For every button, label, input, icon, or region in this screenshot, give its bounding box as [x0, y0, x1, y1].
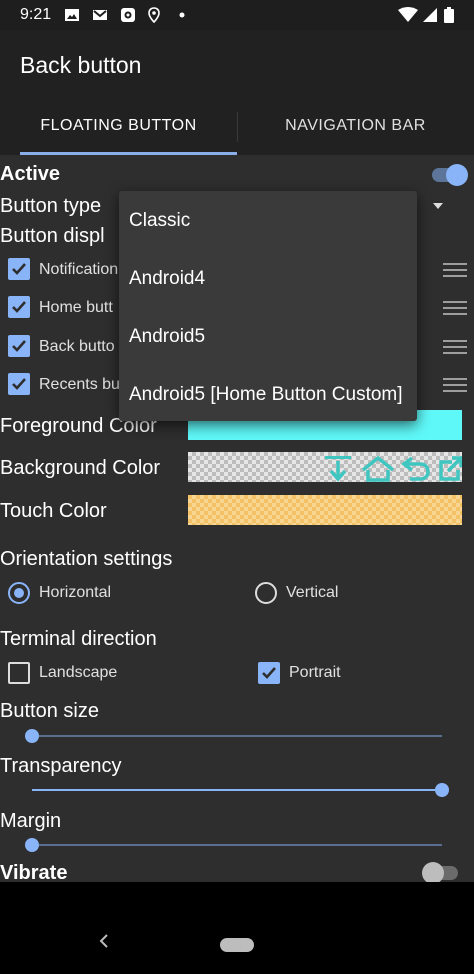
check-icon — [12, 378, 26, 390]
wifi-icon — [398, 7, 418, 22]
nav-back-icon[interactable] — [98, 934, 110, 948]
slider-thumb[interactable] — [435, 783, 449, 797]
battery-icon — [444, 7, 454, 23]
app-bar: Back button — [0, 30, 474, 100]
active-toggle-thumb — [446, 164, 468, 186]
dropdown-option-android5[interactable]: Android5 — [129, 326, 205, 348]
tab-bar: FLOATING BUTTON NAVIGATION BAR — [0, 100, 474, 155]
image-icon — [65, 9, 79, 21]
status-time: 9:21 — [20, 6, 52, 23]
notification-down-icon — [325, 456, 351, 482]
recents-icon — [439, 456, 462, 481]
vibrate-toggle-thumb — [422, 862, 444, 882]
check-icon — [12, 301, 26, 313]
home-button-checkbox[interactable] — [8, 296, 30, 318]
dropdown-option-android4[interactable]: Android4 — [129, 268, 205, 290]
horizontal-radio[interactable] — [8, 582, 30, 604]
notification-checkbox[interactable] — [8, 258, 30, 280]
transparency-slider[interactable] — [32, 780, 449, 800]
margin-label: Margin — [0, 810, 62, 832]
back-button-checkbox[interactable] — [8, 335, 30, 357]
button-type-dropdown: Classic Android4 Android5 Android5 [Home… — [119, 191, 417, 421]
gmail-icon — [93, 10, 107, 20]
vertical-label: Vertical — [286, 584, 339, 601]
tab-navigation-bar[interactable]: NAVIGATION BAR — [237, 100, 474, 155]
photo-app-icon — [121, 8, 135, 22]
home-button-label: Home butt — [39, 299, 113, 316]
active-toggle[interactable] — [430, 163, 470, 187]
transparency-label: Transparency — [0, 755, 122, 777]
check-icon — [12, 340, 26, 352]
portrait-label: Portrait — [289, 664, 341, 681]
orientation-settings-heading: Orientation settings — [0, 548, 173, 570]
landscape-checkbox[interactable] — [8, 662, 30, 684]
signal-icon — [423, 8, 437, 22]
margin-slider[interactable] — [25, 835, 442, 855]
recents-button-label: Recents bu — [39, 376, 120, 393]
check-icon — [12, 263, 26, 275]
status-bar: 9:21 — [0, 0, 474, 30]
dot-icon — [179, 12, 185, 18]
system-nav-bar — [0, 882, 474, 974]
drag-handle-icon[interactable] — [443, 338, 467, 356]
horizontal-label: Horizontal — [39, 584, 112, 601]
back-icon — [401, 456, 430, 481]
active-label: Active — [0, 163, 61, 185]
vertical-radio[interactable] — [255, 582, 277, 604]
dropdown-option-classic[interactable]: Classic — [129, 210, 190, 232]
button-size-label: Button size — [0, 700, 99, 722]
button-display-label: Button displ — [0, 225, 105, 247]
notification-label: Notification — [39, 261, 119, 278]
tab-floating-button[interactable]: FLOATING BUTTON — [0, 100, 237, 155]
recents-button-checkbox[interactable] — [8, 373, 30, 395]
slider-thumb[interactable] — [25, 838, 39, 852]
drag-handle-icon[interactable] — [443, 376, 467, 394]
check-icon — [262, 667, 276, 679]
home-icon — [361, 455, 395, 482]
background-color-swatch[interactable] — [188, 452, 462, 482]
vibrate-toggle[interactable] — [420, 861, 464, 882]
page-title: Back button — [20, 52, 142, 78]
slider-thumb[interactable] — [25, 729, 39, 743]
chevron-down-icon[interactable] — [432, 201, 444, 211]
drag-handle-icon[interactable] — [443, 261, 467, 279]
nav-home-pill[interactable] — [220, 938, 254, 952]
vibrate-label: Vibrate — [0, 862, 68, 882]
portrait-checkbox[interactable] — [258, 662, 280, 684]
drag-handle-icon[interactable] — [443, 299, 467, 317]
location-icon — [148, 7, 160, 23]
back-button-label: Back butto — [39, 338, 115, 355]
landscape-label: Landscape — [39, 664, 118, 681]
background-color-label: Background Color — [0, 457, 161, 479]
button-type-label: Button type — [0, 195, 102, 217]
dropdown-option-android5-custom[interactable]: Android5 [Home Button Custom] — [129, 384, 403, 406]
terminal-direction-heading: Terminal direction — [0, 628, 157, 650]
touch-color-label: Touch Color — [0, 500, 107, 522]
button-size-slider[interactable] — [25, 726, 442, 746]
touch-color-swatch[interactable] — [188, 495, 462, 525]
